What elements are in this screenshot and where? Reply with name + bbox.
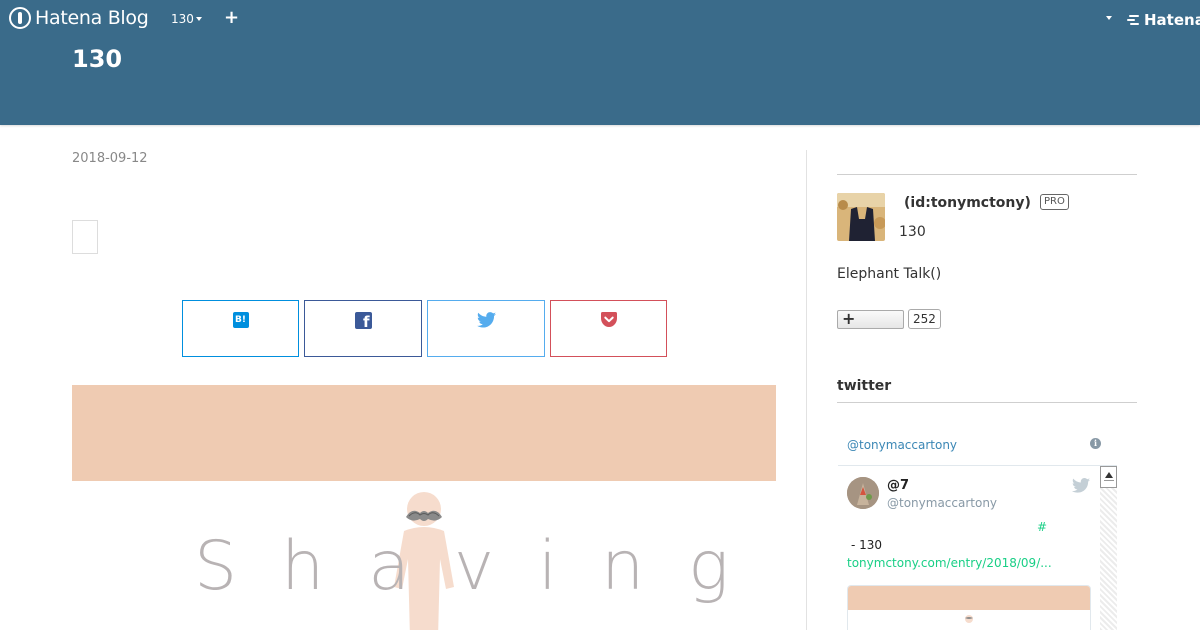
new-entry-button[interactable]: + <box>224 8 239 28</box>
tweet-text: - 130 <box>851 538 883 552</box>
hatena-wave-icon <box>1127 14 1141 26</box>
plus-icon: + <box>842 309 856 328</box>
timeline-handle-link[interactable]: @tonymaccartony <box>847 438 957 452</box>
twitter-section-heading: twitter <box>837 378 892 394</box>
profile-description: Elephant Talk() <box>837 266 942 282</box>
twitter-section-divider <box>837 402 1137 403</box>
pro-badge: PRO <box>1040 194 1069 210</box>
tweet-link-card[interactable] <box>847 585 1091 630</box>
hatena-blog-logo[interactable]: Hatena Blog <box>9 7 149 29</box>
entry-date[interactable]: 2018-09-12 <box>72 151 148 166</box>
column-divider <box>806 150 807 630</box>
timeline-scrollbar[interactable] <box>1100 466 1117 630</box>
global-navbar: Hatena Blog 130 + Hatena <box>0 0 1200 38</box>
blog-title[interactable]: 130 <box>72 45 122 73</box>
blog-switcher-label: 130 <box>171 12 194 26</box>
share-buttons: B! <box>182 300 672 357</box>
scroll-up-button[interactable] <box>1100 466 1117 488</box>
user-menu-chevron-icon[interactable] <box>1106 16 1112 20</box>
hatena-bookmark-icon: B! <box>232 312 249 328</box>
hatena-link[interactable]: Hatena <box>1127 11 1200 29</box>
hatena-bookmark-share-button[interactable]: B! <box>182 300 299 357</box>
facebook-icon <box>354 312 372 331</box>
entry-placeholder-box <box>72 220 98 254</box>
blog-switcher-menu[interactable]: 130 <box>171 12 202 26</box>
twitter-bird-icon <box>476 312 496 328</box>
tweet-hashtag-link[interactable]: # <box>1037 520 1047 534</box>
entry-hero-image: Shaving <box>72 481 776 630</box>
info-icon[interactable]: i <box>1090 438 1101 449</box>
hatena-logo-icon <box>9 7 31 29</box>
twitter-share-button[interactable] <box>427 300 545 357</box>
timeline-divider <box>838 465 1117 466</box>
facebook-share-button[interactable] <box>304 300 422 357</box>
brand-name: Hatena Blog <box>35 7 149 29</box>
tweet-card-image <box>848 586 1090 610</box>
tweet-author-name[interactable]: @7 <box>887 478 909 493</box>
tweet-entry-link[interactable]: tonymctony.com/entry/2018/09/... <box>847 556 1052 570</box>
twitter-bird-icon[interactable] <box>1072 478 1090 493</box>
tweet-avatar-image <box>847 477 879 509</box>
pocket-share-button[interactable] <box>550 300 667 357</box>
tweet-author-username[interactable]: @tonymaccartony <box>887 496 997 510</box>
follower-count[interactable]: 252 <box>908 309 941 329</box>
eyecatch-banner <box>72 385 776 481</box>
sidebar-divider <box>837 174 1137 175</box>
tweet-avatar[interactable] <box>847 477 879 509</box>
follow-button[interactable]: + <box>837 309 904 329</box>
pocket-icon <box>600 312 617 327</box>
twitter-timeline-widget: @tonymaccartony i @7 @tonymaccartony # -… <box>838 428 1117 630</box>
hatena-brand: Hatena <box>1144 11 1200 29</box>
chevron-down-icon <box>195 17 202 21</box>
avatar-image <box>837 193 885 241</box>
profile-count: 130 <box>899 224 926 240</box>
profile-name[interactable]: (id:tonymctony) <box>904 195 1031 211</box>
profile-avatar[interactable] <box>837 193 885 241</box>
blog-header: Hatena Blog 130 + Hatena 130 <box>0 0 1200 125</box>
hero-word: Shaving <box>194 527 773 606</box>
card-figure-icon <box>965 615 973 623</box>
